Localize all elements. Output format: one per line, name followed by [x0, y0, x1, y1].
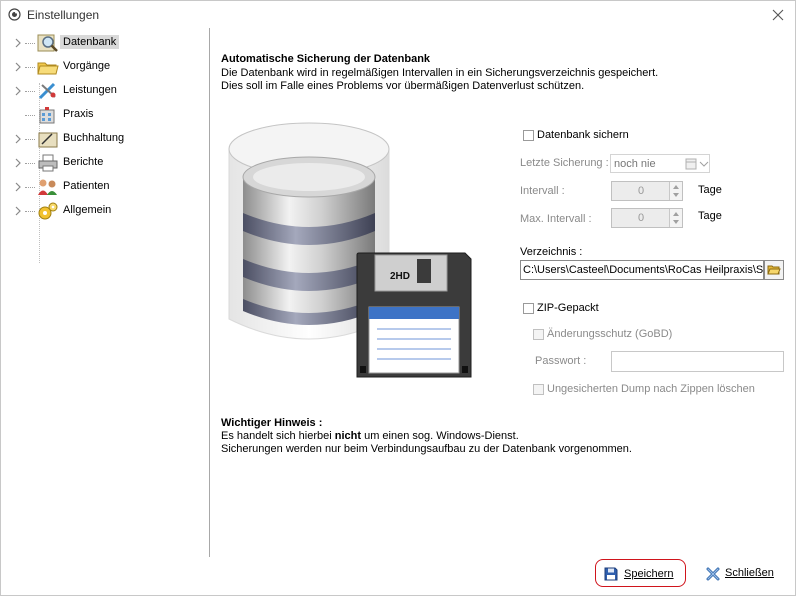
tree-item-label: Buchhaltung	[63, 132, 125, 144]
tree-item-praxis[interactable]: Praxis	[11, 104, 201, 126]
app-icon	[8, 8, 21, 21]
tree-item-vorgaenge[interactable]: Vorgänge	[11, 56, 201, 78]
interval-value: 0	[637, 185, 645, 197]
close-button[interactable]: Schließen	[699, 559, 784, 587]
change-protection-checkbox[interactable]	[533, 329, 544, 340]
tree-item-label: Vorgänge	[63, 60, 111, 72]
close-label: Schließen	[725, 567, 774, 579]
title-bar: Einstellungen	[1, 1, 795, 29]
directory-value: C:\Users\Casteel\Documents\RoCas Heilpra…	[523, 264, 764, 276]
tree-connector	[25, 67, 35, 68]
tree-item-berichte[interactable]: Berichte	[11, 152, 201, 174]
tree-item-label: Patienten	[63, 180, 110, 192]
tree-item-label: Leistungen	[63, 84, 117, 96]
max-interval-value: 0	[637, 212, 645, 224]
password-label: Passwort :	[535, 355, 587, 367]
tree-item-datenbank[interactable]: Datenbank	[11, 32, 201, 54]
tree-item-label: Praxis	[63, 108, 94, 120]
gears-icon	[38, 202, 58, 220]
printer-icon	[38, 154, 58, 172]
tree-item-label: Datenbank	[60, 35, 120, 49]
save-button[interactable]: Speichern	[595, 559, 686, 587]
tree-connector	[25, 91, 35, 92]
notice-line2: Sicherungen werden nur beim Verbindungsa…	[221, 443, 632, 455]
calendar-dropdown-icon[interactable]	[685, 158, 709, 170]
floppy-save-icon	[604, 567, 618, 581]
interval-spinner[interactable]: 0	[611, 181, 683, 201]
open-folder-icon	[767, 265, 781, 275]
notice-heading: Wichtiger Hinweis :	[221, 417, 323, 429]
delete-dump-label: Ungesicherten Dump nach Zippen löschen	[547, 383, 755, 395]
max-interval-spin-buttons[interactable]	[669, 209, 682, 227]
chevron-right-icon[interactable]	[13, 133, 23, 145]
database-search-icon	[37, 34, 58, 52]
max-interval-spinner[interactable]: 0	[611, 208, 683, 228]
folders-icon	[37, 62, 59, 75]
delete-dump-checkbox[interactable]	[533, 384, 544, 395]
panel-splitter[interactable]	[209, 28, 210, 557]
chevron-right-icon[interactable]	[13, 37, 23, 49]
tree-item-patienten[interactable]: Patienten	[11, 176, 201, 198]
window-title: Einstellungen	[27, 8, 100, 22]
interval-spin-buttons[interactable]	[669, 182, 682, 200]
medical-tools-icon	[38, 82, 56, 100]
tree-connector	[25, 187, 35, 188]
database-backup-illustration: 2HD	[228, 122, 472, 378]
notice-emphasis: nicht	[334, 430, 362, 442]
tree-item-buchhaltung[interactable]: Buchhaltung	[11, 128, 201, 150]
chevron-right-icon[interactable]	[13, 85, 23, 97]
settings-window: Einstellungen Datenbank Vorgänge Leistun…	[0, 0, 796, 596]
last-backup-picker[interactable]: noch nie	[610, 154, 710, 173]
notice-line1: Es handelt sich hierbei nicht um einen s…	[221, 430, 519, 442]
change-protection-label: Änderungsschutz (GoBD)	[547, 328, 673, 340]
directory-label: Verzeichnis :	[520, 246, 583, 258]
people-icon	[38, 179, 57, 195]
interval-unit: Tage	[698, 184, 722, 196]
chevron-right-icon[interactable]	[13, 181, 23, 193]
tree-item-leistungen[interactable]: Leistungen	[11, 80, 201, 102]
tree-connector	[25, 211, 35, 212]
tree-item-allgemein[interactable]: Allgemein	[11, 200, 201, 222]
backup-database-checkbox[interactable]	[523, 130, 534, 141]
backup-database-label: Datenbank sichern	[537, 129, 629, 141]
interval-label: Intervall :	[520, 185, 565, 197]
chevron-right-icon[interactable]	[13, 61, 23, 73]
close-icon[interactable]	[769, 6, 787, 24]
chevron-right-icon[interactable]	[13, 157, 23, 169]
tree-connector	[25, 43, 35, 44]
password-input[interactable]	[611, 351, 784, 372]
notice-text: um einen sog. Windows-Dienst.	[361, 430, 519, 442]
last-backup-value: noch nie	[614, 158, 656, 170]
browse-folder-button[interactable]	[764, 260, 784, 280]
zip-packed-label: ZIP-Gepackt	[537, 302, 599, 314]
tree-connector	[25, 139, 35, 140]
chevron-right-icon[interactable]	[13, 205, 23, 217]
max-interval-label: Max. Intervall :	[520, 213, 592, 225]
floppy-label: 2HD	[390, 271, 410, 282]
tree-connector	[25, 163, 35, 164]
max-interval-unit: Tage	[698, 210, 722, 222]
tree-item-label: Allgemein	[63, 204, 112, 216]
section-heading: Automatische Sicherung der Datenbank	[221, 53, 431, 65]
directory-input[interactable]: C:\Users\Casteel\Documents\RoCas Heilpra…	[520, 260, 764, 280]
ledger-icon	[38, 132, 58, 148]
tree-item-label: Berichte	[63, 156, 104, 168]
last-backup-label: Letzte Sicherung :	[520, 157, 609, 169]
zip-packed-checkbox[interactable]	[523, 303, 534, 314]
tree-connector	[25, 115, 35, 116]
section-description-line1: Die Datenbank wird in regelmäßigen Inter…	[221, 67, 659, 79]
close-cross-icon	[706, 567, 720, 581]
section-description-line2: Dies soll im Falle eines Problems vor üb…	[221, 80, 585, 92]
building-icon	[39, 107, 55, 124]
save-label: Speichern	[624, 568, 674, 580]
notice-text: Es handelt sich hierbei	[221, 430, 335, 442]
